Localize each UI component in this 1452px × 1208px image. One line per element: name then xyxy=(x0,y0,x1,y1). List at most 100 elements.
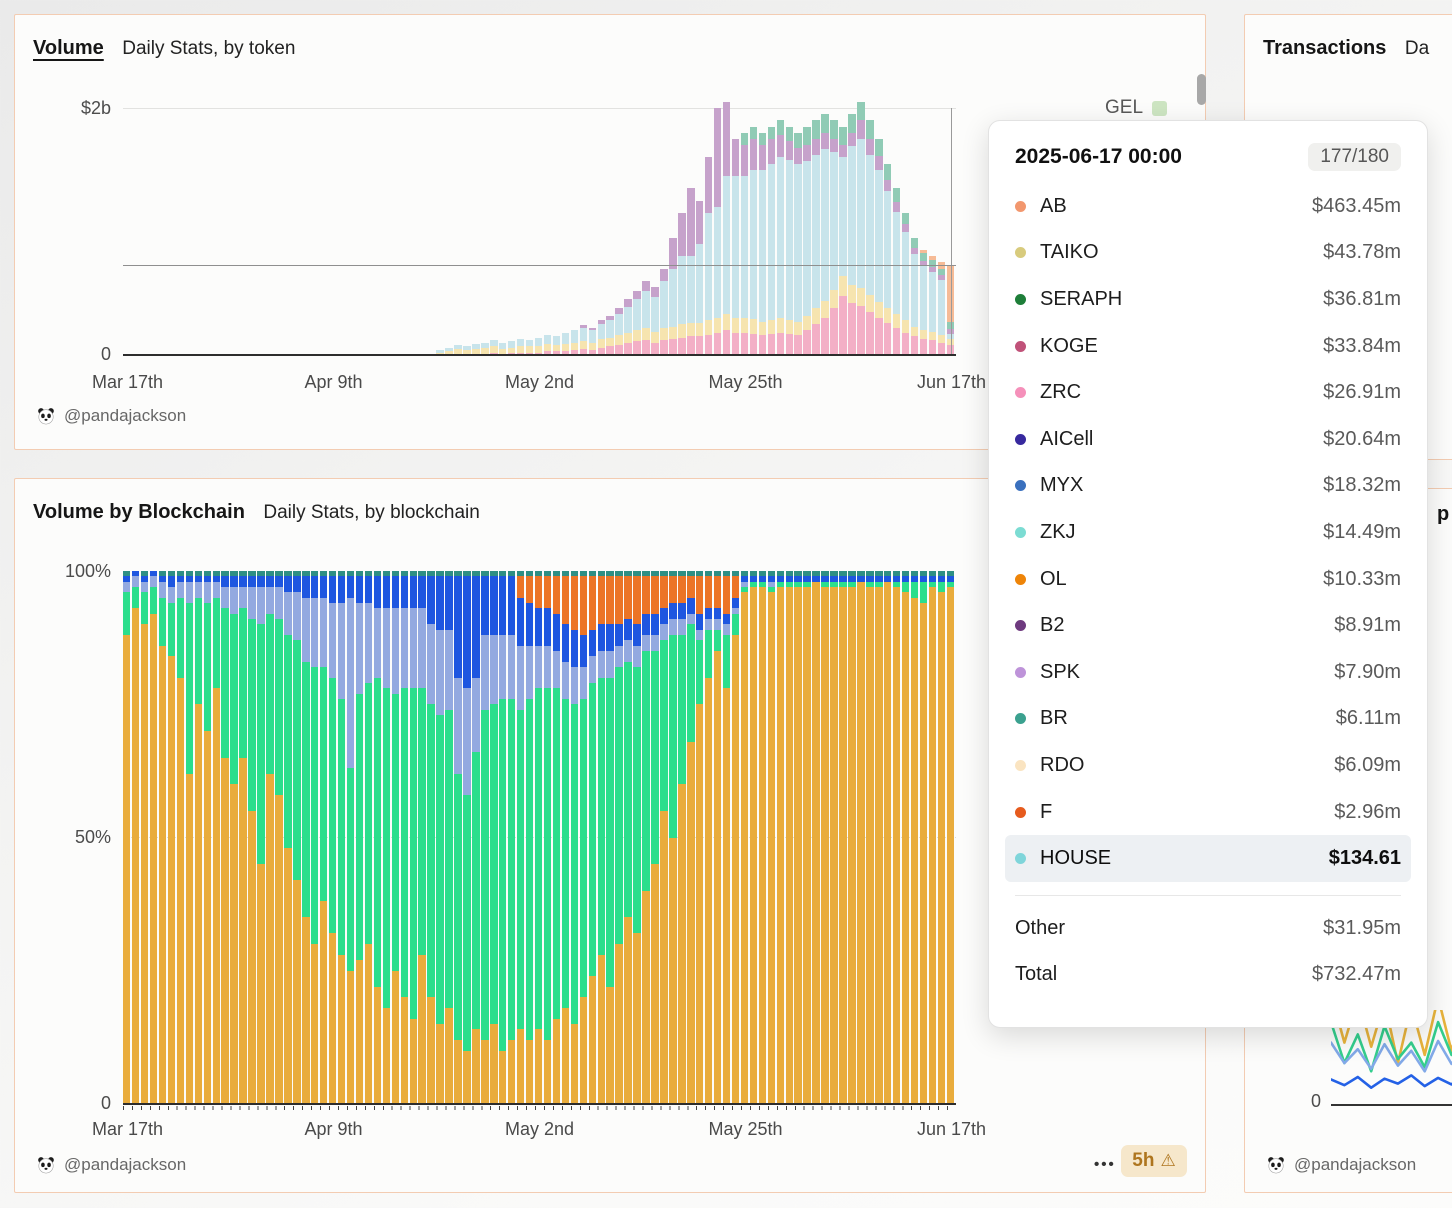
bar[interactable] xyxy=(857,102,864,355)
bar[interactable] xyxy=(848,114,855,355)
bar[interactable] xyxy=(884,571,891,1104)
bar[interactable] xyxy=(571,330,578,355)
bar[interactable] xyxy=(786,571,793,1104)
bar[interactable] xyxy=(812,120,819,355)
bar[interactable] xyxy=(544,335,551,355)
bar[interactable] xyxy=(141,571,148,1104)
bar[interactable] xyxy=(598,320,605,355)
bar[interactable] xyxy=(266,571,273,1104)
bar[interactable] xyxy=(401,571,408,1104)
bar[interactable] xyxy=(123,571,130,1104)
bar[interactable] xyxy=(848,571,855,1104)
bar[interactable] xyxy=(678,571,685,1104)
bar[interactable] xyxy=(535,571,542,1104)
bar[interactable] xyxy=(651,287,658,355)
bar[interactable] xyxy=(938,571,945,1104)
bar[interactable] xyxy=(553,336,560,355)
bar[interactable] xyxy=(535,338,542,355)
bar[interactable] xyxy=(669,238,676,355)
bar[interactable] xyxy=(436,571,443,1104)
bar[interactable] xyxy=(418,571,425,1104)
bar[interactable] xyxy=(705,571,712,1104)
bar[interactable] xyxy=(615,571,622,1104)
bar[interactable] xyxy=(660,269,667,355)
bar[interactable] xyxy=(239,571,246,1104)
attribution[interactable]: @pandajackson xyxy=(37,1155,186,1175)
bar[interactable] xyxy=(320,571,327,1104)
bar[interactable] xyxy=(445,571,452,1104)
bar[interactable] xyxy=(481,571,488,1104)
bar[interactable] xyxy=(230,571,237,1104)
bar[interactable] xyxy=(741,571,748,1104)
bar[interactable] xyxy=(213,571,220,1104)
bar[interactable] xyxy=(750,571,757,1104)
bar[interactable] xyxy=(275,571,282,1104)
ellipsis-menu-icon[interactable]: ••• xyxy=(1094,1156,1116,1173)
bar[interactable] xyxy=(410,571,417,1104)
bar[interactable] xyxy=(642,571,649,1104)
bar[interactable] xyxy=(732,571,739,1104)
bar[interactable] xyxy=(562,571,569,1104)
bar[interactable] xyxy=(768,127,775,355)
bar[interactable] xyxy=(517,571,524,1104)
legend-scrollbar[interactable] xyxy=(1197,74,1206,105)
bar[interactable] xyxy=(866,571,873,1104)
bar[interactable] xyxy=(723,102,730,355)
bar[interactable] xyxy=(794,571,801,1104)
bar[interactable] xyxy=(633,291,640,355)
bar[interactable] xyxy=(257,571,264,1104)
bar[interactable] xyxy=(920,571,927,1104)
chain-bar-chart[interactable] xyxy=(123,571,956,1104)
attribution[interactable]: @pandajackson xyxy=(37,406,186,426)
bar[interactable] xyxy=(875,139,882,355)
bar[interactable] xyxy=(580,325,587,355)
bar[interactable] xyxy=(723,571,730,1104)
bar[interactable] xyxy=(660,571,667,1104)
bar[interactable] xyxy=(589,328,596,355)
bar[interactable] xyxy=(911,238,918,355)
bar[interactable] xyxy=(687,188,694,355)
bar[interactable] xyxy=(329,571,336,1104)
bar[interactable] xyxy=(553,571,560,1104)
bar[interactable] xyxy=(821,114,828,355)
bar[interactable] xyxy=(150,571,157,1104)
bar[interactable] xyxy=(392,571,399,1104)
bar[interactable] xyxy=(132,571,139,1104)
bar[interactable] xyxy=(803,127,810,355)
bar[interactable] xyxy=(624,299,631,355)
bar[interactable] xyxy=(302,571,309,1104)
bar[interactable] xyxy=(866,120,873,355)
bar[interactable] xyxy=(759,133,766,355)
bar[interactable] xyxy=(365,571,372,1104)
bar[interactable] xyxy=(651,571,658,1104)
bar[interactable] xyxy=(463,571,470,1104)
bar[interactable] xyxy=(714,108,721,355)
bar[interactable] xyxy=(284,571,291,1104)
bar[interactable] xyxy=(624,571,631,1104)
bar[interactable] xyxy=(374,571,381,1104)
chain-title[interactable]: Volume by Blockchain xyxy=(33,501,245,523)
bar[interactable] xyxy=(293,571,300,1104)
bar[interactable] xyxy=(777,571,784,1104)
bar[interactable] xyxy=(893,571,900,1104)
bar[interactable] xyxy=(159,571,166,1104)
bar[interactable] xyxy=(714,571,721,1104)
volume-title-link[interactable]: Volume xyxy=(33,37,104,59)
bar[interactable] xyxy=(759,571,766,1104)
bar[interactable] xyxy=(902,571,909,1104)
bar[interactable] xyxy=(347,571,354,1104)
bar[interactable] xyxy=(669,571,676,1104)
bar[interactable] xyxy=(248,571,255,1104)
bar[interactable] xyxy=(839,127,846,355)
bar[interactable] xyxy=(803,571,810,1104)
bar[interactable] xyxy=(177,571,184,1104)
bar[interactable] xyxy=(526,571,533,1104)
bar[interactable] xyxy=(490,571,497,1104)
bar[interactable] xyxy=(454,571,461,1104)
bar[interactable] xyxy=(195,571,202,1104)
bar[interactable] xyxy=(427,571,434,1104)
volume-bar-chart[interactable] xyxy=(123,108,956,355)
bar[interactable] xyxy=(786,127,793,355)
bar[interactable] xyxy=(508,341,515,355)
bar[interactable] xyxy=(741,133,748,355)
